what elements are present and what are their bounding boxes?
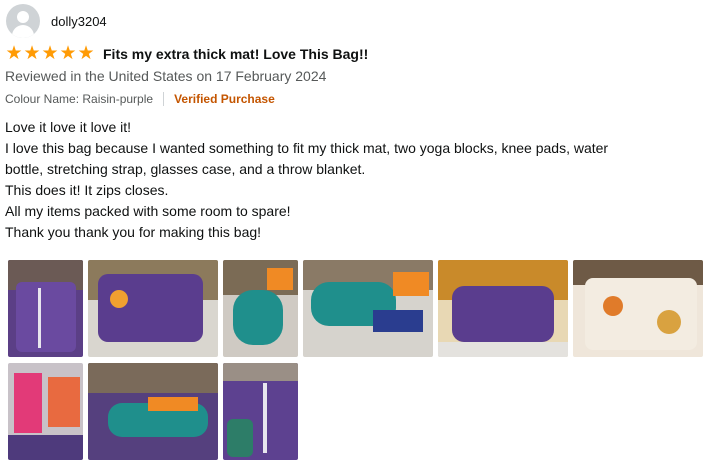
review-body-line: bottle, stretching strap, glasses case, … [5,161,366,177]
review-photo-thumbnail[interactable] [8,363,83,460]
review-meta: Colour Name: Raisin-purple Verified Purc… [5,92,275,106]
star-icon: ★ [59,43,77,64]
review-title-row: ★ ★ ★ ★ ★ Fits my extra thick mat! Love … [5,44,368,63]
review-body-line: I love this bag because I wanted somethi… [5,140,609,156]
review-title[interactable]: Fits my extra thick mat! Love This Bag!! [103,46,368,62]
verified-purchase-badge: Verified Purchase [174,92,275,106]
review-photo-thumbnail[interactable] [303,260,433,357]
star-icon: ★ [41,43,59,64]
review-photo-thumbnail[interactable] [223,363,298,460]
review-body: Love it love it love it! I love this bag… [5,117,717,243]
review-photo-thumbnail[interactable] [438,260,568,357]
customer-review: dolly3204 ★ ★ ★ ★ ★ Fits my extra thick … [0,0,726,471]
star-rating: ★ ★ ★ ★ ★ [5,44,95,63]
star-icon: ★ [5,43,23,64]
review-photo-thumbnail[interactable] [88,363,218,460]
colour-name[interactable]: Colour Name: Raisin-purple [5,92,153,106]
star-icon: ★ [77,43,95,64]
review-photo-thumbnail[interactable] [88,260,218,357]
divider [163,92,165,106]
reviewer-profile[interactable]: dolly3204 [6,4,107,38]
avatar-icon [6,4,40,38]
review-photo-thumbnail[interactable] [223,260,298,357]
review-date: Reviewed in the United States on 17 Febr… [5,68,327,84]
star-icon: ★ [23,43,41,64]
review-photo-thumbnail[interactable] [573,260,703,357]
reviewer-name[interactable]: dolly3204 [51,14,107,29]
review-body-line: Love it love it love it! [5,119,132,135]
review-body-line: All my items packed with some room to sp… [5,203,291,219]
review-body-line: Thank you thank you for making this bag! [5,224,262,240]
review-body-line: This does it! It zips closes. [5,182,169,198]
review-photo-thumbnail[interactable] [8,260,83,357]
